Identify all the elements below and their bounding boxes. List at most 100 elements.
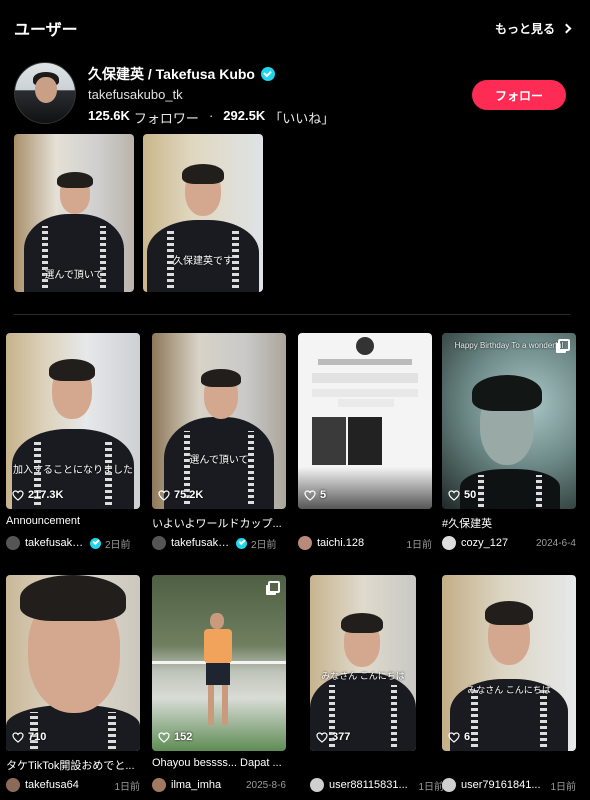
video-author[interactable]: takefusa64 1日前 <box>6 777 140 793</box>
chevron-right-icon <box>561 23 572 33</box>
post-date: 1日前 <box>418 781 444 793</box>
like-count-value: 377 <box>332 731 351 743</box>
profile-name[interactable]: 久保建英 / Takefusa Kubo <box>88 64 255 84</box>
author-name[interactable]: ilma_imha <box>171 779 242 791</box>
author-name[interactable]: takefusaku... <box>171 537 233 549</box>
avatar[interactable] <box>298 536 312 550</box>
video-author[interactable]: user88115831... 1日前 <box>310 777 444 793</box>
post-date: 1日前 <box>550 781 576 793</box>
author-name[interactable]: takefusa64 <box>25 779 110 791</box>
profile-video-thumb[interactable]: 選んで頂いて <box>14 134 134 292</box>
heart-outline-icon <box>448 731 460 743</box>
like-count: 710 <box>12 731 46 743</box>
video-title[interactable]: いよいよワールドカップ... <box>152 515 286 529</box>
video-author[interactable]: ilma_imha 2025-8-6 <box>152 777 286 793</box>
user-profile-card[interactable]: 久保建英 / Takefusa Kubo takefusakubo_tk 125… <box>14 62 574 126</box>
post-date: 1日前 <box>406 539 432 551</box>
like-count-value: 50 <box>464 489 477 501</box>
like-count: 377 <box>316 731 350 743</box>
post-date: 2日前 <box>105 539 131 551</box>
photo-gallery-icon <box>558 339 570 351</box>
author-name[interactable]: user88115831... <box>329 779 414 791</box>
video-title[interactable]: #久保建英 <box>442 515 576 529</box>
video-caption: みなさん こんにちは <box>321 671 405 681</box>
like-count: 75.2K <box>158 489 203 501</box>
avatar[interactable] <box>14 62 76 124</box>
video-caption: 選んで頂いて <box>44 270 104 281</box>
heart-outline-icon <box>12 489 24 501</box>
avatar[interactable] <box>6 778 20 792</box>
heart-outline-icon <box>448 489 460 501</box>
video-card[interactable]: みなさん こんにちは 6 user79161841... 1日前 <box>442 575 576 793</box>
heart-outline-icon <box>158 731 170 743</box>
post-date: 1日前 <box>114 781 140 793</box>
followers-count: 125.6K <box>88 108 130 123</box>
video-thumbnail[interactable]: みなさん こんにちは 377 <box>310 575 416 751</box>
video-author[interactable]: user79161841... 1日前 <box>442 777 576 793</box>
like-count: 50 <box>448 489 476 501</box>
video-thumbnail[interactable]: 710 <box>6 575 140 751</box>
post-date: 2日前 <box>251 539 277 551</box>
video-card[interactable]: 152 Ohayou bessss... Dapat ... ilma_imha… <box>152 575 286 793</box>
heart-outline-icon <box>304 489 316 501</box>
like-count-value: 75.2K <box>174 489 204 501</box>
profile-video-thumb[interactable]: 久保建英です <box>143 134 263 292</box>
post-date: 2025-8-6 <box>245 779 286 791</box>
profile-handle: takefusakubo_tk <box>88 87 183 102</box>
video-caption: 久保建英です <box>173 256 233 267</box>
author-name[interactable]: taichi.128 <box>317 537 402 549</box>
see-more-label: もっと見る <box>494 21 555 36</box>
video-title[interactable] <box>310 757 444 771</box>
like-count-value: 6 <box>464 731 471 743</box>
video-author[interactable]: takefusaku... 2日前 <box>6 535 140 551</box>
author-name[interactable]: takefusaku... <box>25 537 87 549</box>
like-count-value: 5 <box>320 489 327 501</box>
video-title[interactable]: Announcement <box>6 515 140 529</box>
video-author[interactable]: takefusaku... 2日前 <box>152 535 286 551</box>
video-title[interactable] <box>298 515 432 529</box>
video-card[interactable]: Happy Birthday To a wonderful 50 #久保建英 c… <box>442 333 576 551</box>
video-thumbnail[interactable]: 選んで頂いて 75.2K <box>152 333 286 509</box>
video-thumbnail[interactable]: 加入することになりました 217.3K <box>6 333 140 509</box>
author-name[interactable]: cozy_127 <box>461 537 532 549</box>
video-card[interactable]: みなさん こんにちは 377 user88115831... 1日前 <box>310 575 444 793</box>
avatar[interactable] <box>152 536 166 550</box>
stats-separator: · <box>208 108 214 123</box>
video-thumbnail[interactable]: Happy Birthday To a wonderful 50 <box>442 333 576 509</box>
video-thumbnail[interactable]: 152 <box>152 575 286 751</box>
avatar[interactable] <box>152 778 166 792</box>
video-author[interactable]: cozy_127 2024-6-4 <box>442 535 576 551</box>
profile-stats: 125.6K フォロワー · 292.5K 「いいね」 <box>88 108 334 127</box>
like-count: 152 <box>158 731 192 743</box>
video-title[interactable]: Ohayou bessss... Dapat ... <box>152 757 286 771</box>
profile-name-row: 久保建英 / Takefusa Kubo <box>88 64 275 84</box>
video-card[interactable]: 加入することになりました 217.3K Announcement takefus… <box>6 333 140 551</box>
video-title[interactable]: タケTikTok開設おめでと... <box>6 757 140 771</box>
section-divider <box>14 314 570 315</box>
avatar[interactable] <box>310 778 324 792</box>
like-count-value: 710 <box>28 731 47 743</box>
verified-badge-icon <box>260 67 275 81</box>
post-date: 2024-6-4 <box>535 537 576 549</box>
followers-label: フォロワー <box>133 111 199 126</box>
video-author[interactable]: taichi.128 1日前 <box>298 535 432 551</box>
author-name[interactable]: user79161841... <box>461 779 546 791</box>
section-title: ユーザー <box>14 22 78 39</box>
users-section-header: ユーザー もっと見る <box>14 16 572 40</box>
video-thumbnail[interactable]: みなさん こんにちは 6 <box>442 575 576 751</box>
avatar[interactable] <box>442 536 456 550</box>
follow-button[interactable]: フォロー <box>472 80 566 110</box>
avatar[interactable] <box>6 536 20 550</box>
see-more-link[interactable]: もっと見る <box>494 20 572 37</box>
like-count: 5 <box>304 489 326 501</box>
video-card[interactable]: 710 タケTikTok開設おめでと... takefusa64 1日前 <box>6 575 140 793</box>
likes-count: 292.5K <box>223 108 266 123</box>
avatar[interactable] <box>442 778 456 792</box>
video-card[interactable]: 選んで頂いて 75.2K いよいよワールドカップ... takefusaku..… <box>152 333 286 551</box>
video-title[interactable] <box>442 757 576 771</box>
photo-gallery-icon <box>268 581 280 593</box>
like-count-value: 152 <box>174 731 193 743</box>
video-card[interactable]: 5 taichi.128 1日前 <box>298 333 432 551</box>
verified-badge-icon <box>90 537 101 549</box>
video-thumbnail[interactable]: 5 <box>298 333 432 509</box>
